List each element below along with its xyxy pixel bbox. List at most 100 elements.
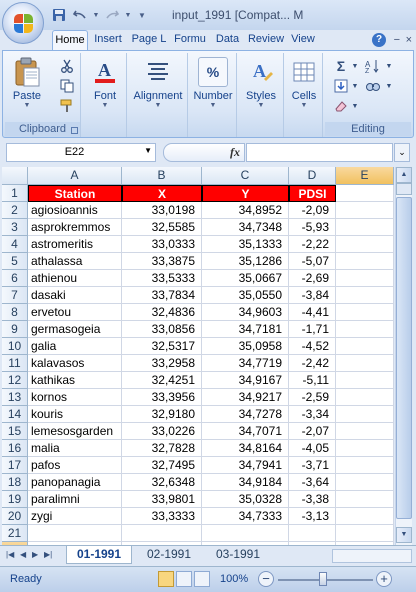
- cell[interactable]: [336, 253, 394, 270]
- cell[interactable]: athalassa: [28, 253, 122, 270]
- cell[interactable]: -2,59: [289, 389, 336, 406]
- cell[interactable]: 34,7719: [202, 355, 289, 372]
- format-painter-icon[interactable]: [59, 99, 75, 113]
- tab-home[interactable]: Home: [52, 30, 88, 50]
- cell[interactable]: kornos: [28, 389, 122, 406]
- help-icon[interactable]: ?: [372, 33, 386, 47]
- row-header[interactable]: 15: [2, 423, 28, 440]
- cells-button[interactable]: Cells ▼: [287, 57, 321, 110]
- row-header[interactable]: 3: [2, 219, 28, 236]
- cell[interactable]: 35,0550: [202, 287, 289, 304]
- number-button[interactable]: % Number ▼: [191, 57, 235, 110]
- alignment-button[interactable]: Alignment ▼: [130, 57, 186, 110]
- cell[interactable]: [336, 287, 394, 304]
- prev-sheet-icon[interactable]: ◀: [20, 550, 26, 559]
- save-icon[interactable]: [50, 7, 68, 23]
- cell[interactable]: 33,0226: [122, 423, 202, 440]
- cut-icon[interactable]: [59, 59, 75, 73]
- cell[interactable]: 34,9603: [202, 304, 289, 321]
- office-button[interactable]: [2, 2, 44, 44]
- row-header[interactable]: 10: [2, 338, 28, 355]
- row-header[interactable]: 5: [2, 253, 28, 270]
- zoom-in-icon[interactable]: +: [376, 571, 392, 587]
- row-header[interactable]: 20: [2, 508, 28, 525]
- cell[interactable]: [289, 525, 336, 542]
- customize-qat-icon[interactable]: ▼: [135, 7, 149, 23]
- row-header[interactable]: 12: [2, 372, 28, 389]
- normal-view-icon[interactable]: [158, 571, 174, 587]
- cell[interactable]: -4,05: [289, 440, 336, 457]
- cell[interactable]: panopanagia: [28, 474, 122, 491]
- cell[interactable]: -3,64: [289, 474, 336, 491]
- column-header-a[interactable]: A: [28, 167, 122, 185]
- sheet-tab-01-1991[interactable]: 01-1991: [66, 546, 132, 564]
- row-header[interactable]: 21: [2, 525, 28, 542]
- column-header-c[interactable]: C: [202, 167, 289, 185]
- column-header-b[interactable]: B: [122, 167, 202, 185]
- cell[interactable]: 34,9184: [202, 474, 289, 491]
- cell[interactable]: 33,2958: [122, 355, 202, 372]
- undo-dropdown-icon[interactable]: ▼: [92, 7, 100, 23]
- cell[interactable]: -5,11: [289, 372, 336, 389]
- close-workbook-icon[interactable]: ×: [406, 34, 412, 46]
- row-header[interactable]: 16: [2, 440, 28, 457]
- cell[interactable]: -2,22: [289, 236, 336, 253]
- column-header-e[interactable]: E: [336, 167, 394, 185]
- cell[interactable]: [122, 525, 202, 542]
- header-cell[interactable]: Station: [28, 185, 122, 202]
- name-box[interactable]: E22 ▼: [6, 143, 156, 162]
- cell[interactable]: 35,0328: [202, 491, 289, 508]
- row-header[interactable]: 11: [2, 355, 28, 372]
- sort-dropdown-icon[interactable]: ▼: [381, 59, 397, 73]
- cell[interactable]: paralimni: [28, 491, 122, 508]
- cell[interactable]: [336, 355, 394, 372]
- header-cell[interactable]: Y: [202, 185, 289, 202]
- cell[interactable]: -3,38: [289, 491, 336, 508]
- cell[interactable]: germasogeia: [28, 321, 122, 338]
- redo-dropdown-icon[interactable]: ▼: [124, 7, 132, 23]
- cell[interactable]: 34,7348: [202, 219, 289, 236]
- cell[interactable]: [336, 304, 394, 321]
- cell[interactable]: 34,7941: [202, 457, 289, 474]
- next-sheet-icon[interactable]: ▶: [32, 550, 38, 559]
- clipboard-launcher-icon[interactable]: [71, 127, 78, 134]
- cell[interactable]: -2,09: [289, 202, 336, 219]
- cell[interactable]: 34,7071: [202, 423, 289, 440]
- worksheet-grid[interactable]: ABCDE 1 Station X Y PDSI 2 agiosioannis 33,0198…: [2, 167, 394, 545]
- cell[interactable]: 33,3333: [122, 508, 202, 525]
- copy-icon[interactable]: [59, 79, 75, 93]
- cell[interactable]: -5,07: [289, 253, 336, 270]
- cell[interactable]: pafos: [28, 457, 122, 474]
- cell[interactable]: 32,6348: [122, 474, 202, 491]
- cell[interactable]: -3,71: [289, 457, 336, 474]
- cell[interactable]: 33,7834: [122, 287, 202, 304]
- sort-filter-icon[interactable]: AZ: [365, 59, 381, 73]
- cell[interactable]: 33,5333: [122, 270, 202, 287]
- column-header-d[interactable]: D: [289, 167, 336, 185]
- header-cell[interactable]: X: [122, 185, 202, 202]
- autosum-dropdown-icon[interactable]: ▼: [347, 59, 363, 73]
- row-header[interactable]: 7: [2, 287, 28, 304]
- row-header[interactable]: 6: [2, 270, 28, 287]
- cell[interactable]: 33,0333: [122, 236, 202, 253]
- row-header[interactable]: 4: [2, 236, 28, 253]
- cell[interactable]: dasaki: [28, 287, 122, 304]
- cell[interactable]: [336, 185, 394, 202]
- cell[interactable]: asprokremmos: [28, 219, 122, 236]
- vertical-scroll-thumb[interactable]: [396, 197, 412, 519]
- cell[interactable]: [336, 474, 394, 491]
- cell[interactable]: galia: [28, 338, 122, 355]
- cell[interactable]: lemesosgarden: [28, 423, 122, 440]
- cell[interactable]: -1,71: [289, 321, 336, 338]
- cell[interactable]: [28, 525, 122, 542]
- cell[interactable]: athienou: [28, 270, 122, 287]
- cell[interactable]: 35,0667: [202, 270, 289, 287]
- row-header[interactable]: 9: [2, 321, 28, 338]
- cell[interactable]: 33,3875: [122, 253, 202, 270]
- cell[interactable]: astromeritis: [28, 236, 122, 253]
- name-box-dropdown-icon[interactable]: ▼: [144, 146, 152, 155]
- find-dropdown-icon[interactable]: ▼: [381, 79, 397, 93]
- cell[interactable]: [336, 321, 394, 338]
- paste-button[interactable]: Paste ▼: [9, 57, 45, 110]
- minimize-ribbon-icon[interactable]: −: [394, 34, 400, 46]
